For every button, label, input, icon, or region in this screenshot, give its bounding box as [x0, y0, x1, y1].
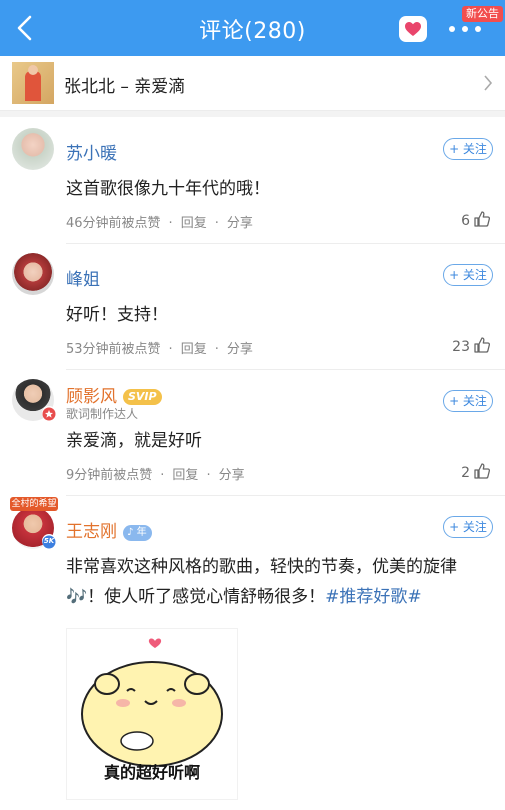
svip-badge: SVIP: [123, 389, 162, 405]
thumbs-up-icon: [474, 211, 491, 227]
follow-button[interactable]: + 关注: [443, 264, 493, 286]
follow-button[interactable]: + 关注: [443, 390, 493, 412]
section-separator: [0, 111, 505, 117]
comment-meta: 46分钟前被点赞 · 回复 · 分享: [66, 212, 253, 231]
avatar[interactable]: [12, 128, 54, 170]
share-button[interactable]: 分享: [219, 464, 245, 483]
username[interactable]: 峰姐: [66, 265, 100, 290]
comment-text: 亲爱滴，就是好听: [66, 431, 202, 451]
comment-meta: 9分钟前被点赞 · 回复 · 分享: [66, 464, 245, 483]
follow-button[interactable]: + 关注: [443, 516, 493, 538]
avatar[interactable]: [12, 253, 54, 295]
reply-button[interactable]: 回复: [181, 338, 207, 357]
sticker-caption: 真的超好听啊: [103, 763, 200, 782]
reply-button[interactable]: 回复: [181, 212, 207, 231]
like-time: 53分钟前被点赞: [66, 342, 161, 357]
chevron-right-icon: [483, 74, 493, 96]
share-button[interactable]: 分享: [227, 212, 253, 231]
username[interactable]: 顾影风: [66, 387, 117, 407]
comment-text: 这首歌很像九十年代的哦！: [66, 179, 270, 199]
reply-button[interactable]: 回复: [172, 464, 198, 483]
divider: [66, 369, 505, 370]
like-time: 9分钟前被点赞: [66, 468, 153, 483]
username-row: 顾影风 SVIP: [66, 382, 162, 407]
username-row: 王志刚 ♪ 年: [66, 517, 152, 543]
new-announcement-badge[interactable]: 新公告: [462, 6, 503, 22]
album-cover: [12, 62, 54, 104]
hashtag-link[interactable]: #推荐好歌#: [325, 587, 422, 607]
like-count: 2: [461, 465, 470, 481]
sticker-image[interactable]: 真的超好听啊: [66, 628, 238, 800]
level-badge: 5K: [42, 534, 56, 549]
like-count: 23: [452, 339, 470, 355]
comment-text: 好听！支持！: [66, 305, 168, 325]
divider: [66, 495, 505, 496]
like-count: 6: [461, 213, 470, 229]
music-year-badge: ♪ 年: [123, 525, 152, 541]
song-title: 张北北 – 亲爱滴: [64, 77, 186, 97]
username[interactable]: 苏小暖: [66, 139, 117, 164]
comment-meta: 53分钟前被点赞 · 回复 · 分享: [66, 338, 253, 357]
page-title: 评论(280): [199, 19, 306, 44]
divider: [66, 243, 505, 244]
heart-icon[interactable]: [399, 16, 427, 42]
follow-button[interactable]: + 关注: [443, 138, 493, 160]
song-info-bar[interactable]: 张北北 – 亲爱滴: [0, 56, 505, 111]
thumbs-up-icon: [474, 337, 491, 353]
user-title: 歌词制作达人: [66, 407, 139, 421]
avatar-banner: 全村的希望: [10, 497, 58, 511]
more-dots-icon[interactable]: [447, 26, 483, 34]
like-time: 46分钟前被点赞: [66, 216, 161, 231]
top-bar: 评论(280) 新公告: [0, 0, 505, 56]
comment-text: 非常喜欢这种风格的歌曲，轻快的节奏，优美的旋律🎶！使人听了感觉心情舒畅很多！#推…: [66, 557, 457, 607]
like-button[interactable]: 23: [452, 336, 491, 355]
talent-badge: [42, 406, 56, 421]
username[interactable]: 王志刚: [66, 522, 117, 542]
share-button[interactable]: 分享: [227, 338, 253, 357]
level-badge-text: 5K: [43, 537, 55, 545]
thumbs-up-icon: [474, 463, 491, 479]
like-button[interactable]: 6: [461, 210, 491, 229]
like-button[interactable]: 2: [461, 462, 491, 481]
